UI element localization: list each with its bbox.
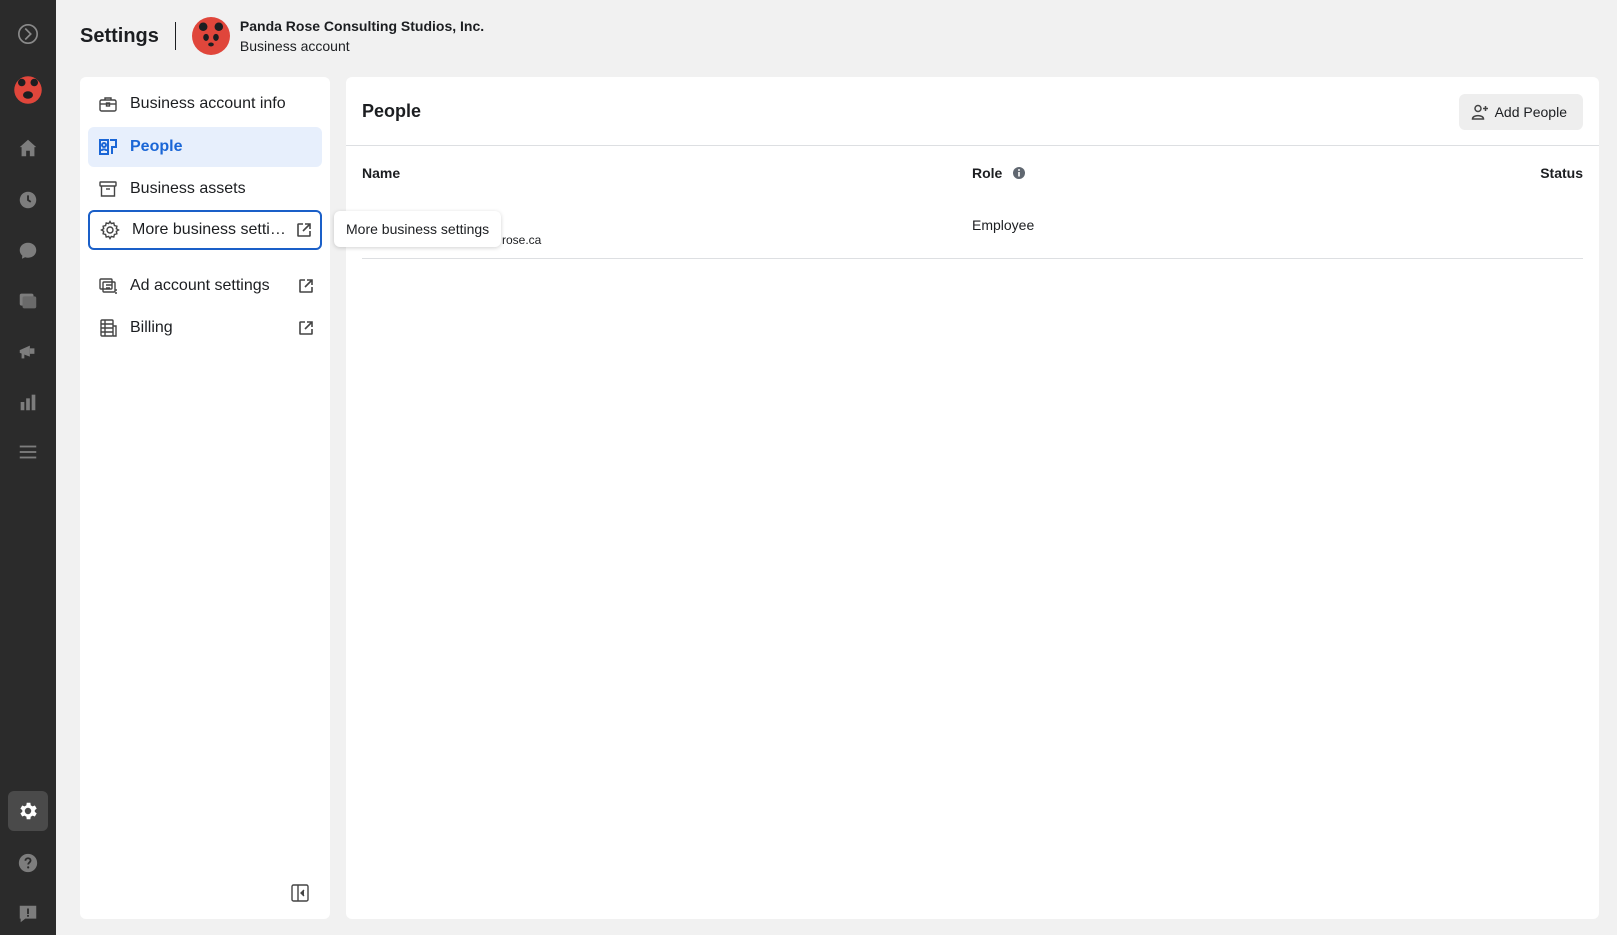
settings-icon[interactable] <box>8 791 48 831</box>
header-divider <box>346 145 1599 146</box>
external-link-icon <box>298 278 314 294</box>
tooltip-more-business-settings: More business settings <box>334 211 502 247</box>
sidebar-item-people[interactable]: People <box>88 127 322 167</box>
sidebar-item-ad-account-settings[interactable]: Ad account settings <box>88 266 322 306</box>
sidebar-item-label: More business setti… <box>132 221 286 238</box>
external-link-icon <box>298 320 314 336</box>
left-rail <box>0 0 56 935</box>
page-title: Settings <box>80 24 159 47</box>
collapse-panel-icon[interactable] <box>290 883 310 903</box>
activity-icon[interactable] <box>8 180 48 220</box>
meta-logo-icon[interactable] <box>8 14 48 54</box>
home-icon[interactable] <box>8 128 48 168</box>
business-info: Panda Rose Consulting Studios, Inc. Busi… <box>240 16 484 56</box>
sidebar-item-label: People <box>130 138 183 155</box>
briefcase-icon <box>98 94 118 114</box>
add-people-label: Add People <box>1494 104 1567 120</box>
business-avatar-icon[interactable] <box>8 70 48 110</box>
insights-icon[interactable] <box>8 382 48 422</box>
sidebar-item-business-account-info[interactable]: Business account info <box>88 84 322 124</box>
archive-icon <box>98 179 118 199</box>
ads-icon[interactable] <box>8 332 48 372</box>
table-row[interactable]: rose.ca Employee <box>362 199 1583 259</box>
section-title: People <box>362 101 422 121</box>
column-header-role: Role <box>972 165 1026 181</box>
business-avatar[interactable] <box>191 17 230 55</box>
info-icon[interactable] <box>1012 166 1026 180</box>
header-divider <box>174 22 176 50</box>
feedback-icon[interactable] <box>8 894 48 934</box>
people-card: People Add People Name Role Status rose.… <box>346 77 1599 919</box>
people-icon <box>98 137 118 157</box>
help-icon[interactable] <box>8 843 48 883</box>
ad-account-icon <box>98 276 118 296</box>
sidebar-item-label: Ad account settings <box>130 277 270 294</box>
business-type: Business account <box>239 38 350 54</box>
menu-icon[interactable] <box>8 432 48 472</box>
column-header-status: Status <box>1540 165 1583 181</box>
gear-icon <box>100 220 120 240</box>
page-header: Settings Panda Rose Consulting Studios, … <box>80 14 484 58</box>
column-header-name: Name <box>362 165 401 181</box>
content-icon[interactable] <box>8 281 48 321</box>
business-name: Panda Rose Consulting Studios, Inc. <box>239 18 485 34</box>
external-link-icon <box>296 222 312 238</box>
inbox-icon[interactable] <box>8 231 48 271</box>
sidebar-item-label: Business assets <box>130 180 246 197</box>
sidebar-item-business-assets[interactable]: Business assets <box>88 169 322 209</box>
person-email: rose.ca <box>502 233 542 247</box>
sidebar-item-billing[interactable]: Billing <box>88 308 322 348</box>
column-header-role-label: Role <box>972 165 1003 181</box>
settings-sidebar: Business account info People Business as… <box>80 77 330 919</box>
sidebar-item-more-business-settings[interactable]: More business setti… <box>88 210 322 250</box>
sidebar-item-label: Billing <box>130 319 173 336</box>
billing-icon <box>98 318 118 338</box>
sidebar-item-label: Business account info <box>130 95 286 112</box>
add-person-icon <box>1471 104 1488 120</box>
person-role: Employee <box>972 217 1035 233</box>
add-people-button[interactable]: Add People <box>1458 94 1583 130</box>
